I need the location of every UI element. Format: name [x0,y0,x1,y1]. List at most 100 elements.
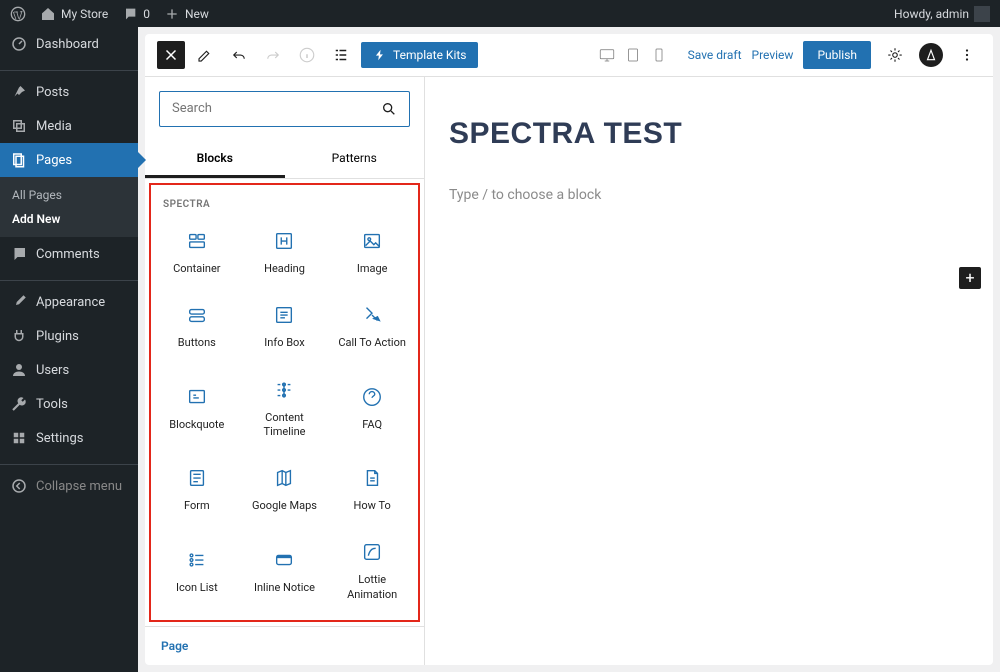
add-block-button[interactable]: + [959,267,981,289]
brush-icon [10,293,28,311]
search-icon [381,101,397,117]
info-button[interactable] [293,41,321,69]
undo-icon [230,46,248,64]
wordpress-icon [10,6,26,22]
section-header-spectra: SPECTRA [155,193,414,216]
dashboard-icon [10,35,28,53]
collapse-icon [10,477,28,495]
plug-icon [10,327,28,345]
block-howto[interactable]: How To [330,453,414,523]
media-icon [10,117,28,135]
template-kits-button[interactable]: Template Kits [361,42,478,68]
sidebar-item-collapse[interactable]: Collapse menu [0,469,138,503]
notice-icon [273,549,295,571]
site-name[interactable]: My Store [40,6,108,22]
home-icon [40,6,56,22]
block-inserter: Blocks Patterns SPECTRA Container Headin… [145,77,425,665]
block-search[interactable] [159,91,410,127]
sidebar-item-settings[interactable]: Settings [0,421,138,455]
sidebar-item-appearance[interactable]: Appearance [0,285,138,319]
mobile-icon[interactable] [650,46,668,64]
edit-mode-button[interactable] [191,41,219,69]
list-view-button[interactable] [327,41,355,69]
block-faq[interactable]: FAQ [330,365,414,450]
close-icon [162,46,180,64]
list-icon [332,46,350,64]
image-icon [361,230,383,252]
block-blockquote[interactable]: Blockquote [155,365,239,450]
more-options-button[interactable] [953,41,981,69]
close-inserter-button[interactable] [157,41,185,69]
tab-blocks[interactable]: Blocks [145,141,285,178]
astra-icon [924,48,938,62]
comments-count[interactable]: 0 [122,6,150,22]
block-placeholder[interactable]: Type / to choose a block [449,187,969,203]
block-form[interactable]: Form [155,453,239,523]
sidebar-item-plugins[interactable]: Plugins [0,319,138,353]
comment-icon [122,6,138,22]
container-icon [186,230,208,252]
bolt-icon [373,48,387,62]
sidebar-item-dashboard[interactable]: Dashboard [0,27,138,61]
sidebar-item-tools[interactable]: Tools [0,387,138,421]
admin-sidebar: Dashboard Posts Media Pages All Pages Ad… [0,27,138,672]
block-image[interactable]: Image [330,216,414,286]
tab-patterns[interactable]: Patterns [285,141,425,178]
avatar [974,6,990,22]
sidebar-item-comments[interactable]: Comments [0,237,138,271]
settings-button[interactable] [881,41,909,69]
block-maps[interactable]: Google Maps [243,453,327,523]
form-icon [186,467,208,489]
block-iconlist[interactable]: Icon List [155,527,239,612]
undo-button[interactable] [225,41,253,69]
pencil-icon [196,46,214,64]
info-icon [298,46,316,64]
comment-icon [10,245,28,263]
editor-toolbar: Template Kits Save draft Preview Publish [145,34,993,77]
block-heading[interactable]: Heading [243,216,327,286]
sidebar-item-media[interactable]: Media [0,109,138,143]
wp-logo[interactable] [10,6,26,22]
gear-icon [886,46,904,64]
block-inlinenotice[interactable]: Inline Notice [243,527,327,612]
infobox-icon [273,304,295,326]
page-title[interactable]: SPECTRA TEST [449,117,969,151]
buttons-icon [186,304,208,326]
block-timeline[interactable]: Content Timeline [243,365,327,450]
inserter-tabs: Blocks Patterns [145,141,424,179]
sidebar-sub-all-pages[interactable]: All Pages [0,183,138,207]
block-cta[interactable]: Call To Action [330,290,414,360]
preview-link[interactable]: Preview [752,48,794,62]
sidebar-item-pages[interactable]: Pages [0,143,138,177]
redo-button[interactable] [259,41,287,69]
search-input[interactable] [172,101,381,116]
sidebar-submenu: All Pages Add New [0,177,138,237]
timeline-icon [273,379,295,401]
howdy-user[interactable]: Howdy, admin [894,6,990,22]
plus-icon [164,6,180,22]
block-container[interactable]: Container [155,216,239,286]
block-lottie[interactable]: Lottie Animation [330,527,414,612]
astra-button[interactable] [919,43,943,67]
faq-icon [361,386,383,408]
sidebar-item-users[interactable]: Users [0,353,138,387]
settings-icon [10,429,28,447]
new-content[interactable]: New [164,6,209,22]
save-draft-link[interactable]: Save draft [688,48,742,62]
editor: Template Kits Save draft Preview Publish [145,34,993,665]
inserter-footer-page[interactable]: Page [145,626,424,665]
editor-canvas[interactable]: SPECTRA TEST Type / to choose a block + [425,77,993,665]
publish-button[interactable]: Publish [803,41,871,69]
block-infobox[interactable]: Info Box [243,290,327,360]
blockquote-icon [186,386,208,408]
redo-icon [264,46,282,64]
map-icon [273,467,295,489]
sidebar-item-posts[interactable]: Posts [0,75,138,109]
sidebar-sub-add-new[interactable]: Add New [0,207,138,231]
lottie-icon [361,541,383,563]
howto-icon [361,467,383,489]
desktop-icon[interactable] [598,46,616,64]
block-buttons[interactable]: Buttons [155,290,239,360]
admin-bar: My Store 0 New Howdy, admin [0,0,1000,27]
tablet-icon[interactable] [624,46,642,64]
